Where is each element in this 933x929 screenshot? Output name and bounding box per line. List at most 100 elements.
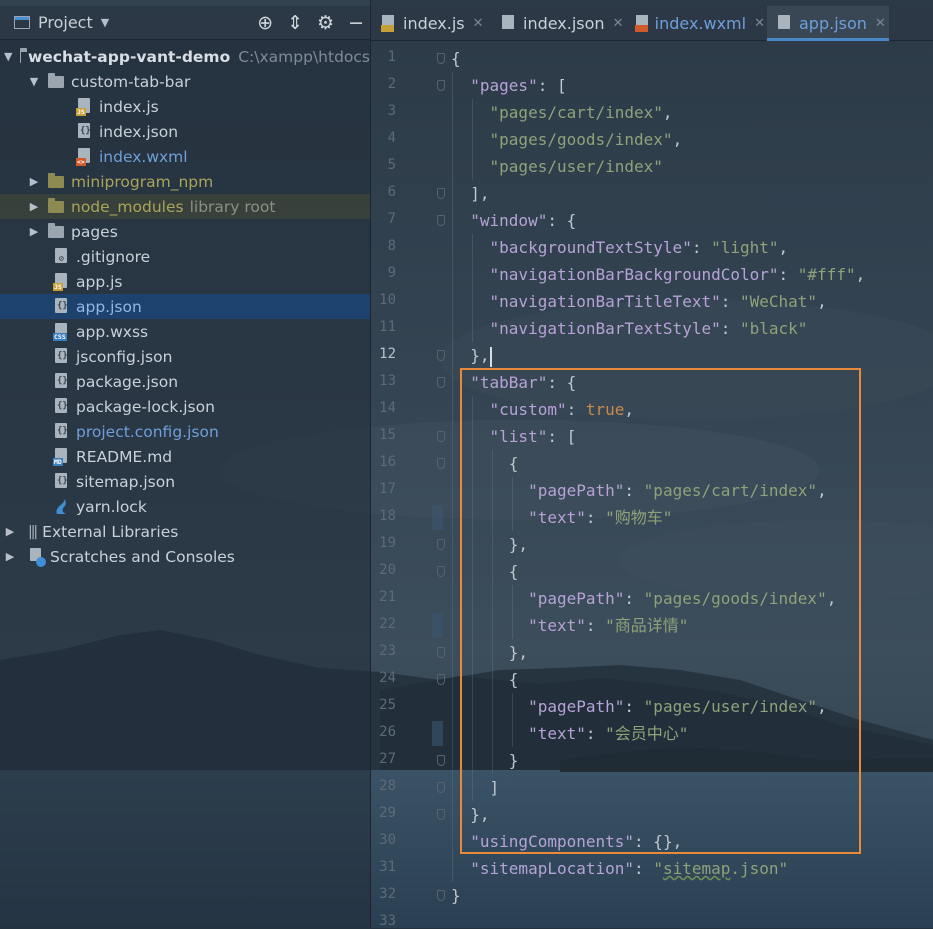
markdown-file-icon: MD <box>53 448 69 466</box>
chevron-right-icon[interactable]: ▶ <box>28 200 40 213</box>
chevron-right-icon[interactable]: ▶ <box>28 225 40 238</box>
tree-item-label: app.wxss <box>76 323 148 341</box>
tree-item-scratches[interactable]: ▶ Scratches and Consoles <box>0 544 370 569</box>
tree-item-gitignore[interactable]: ⊘ .gitignore <box>0 244 370 269</box>
tree-item-app-wxss[interactable]: CSS app.wxss <box>0 319 370 344</box>
chevron-right-icon[interactable]: ▶ <box>4 525 16 538</box>
tab-index-js[interactable]: index.js ✕ <box>371 6 489 40</box>
line-number: 12 <box>371 346 396 362</box>
line-number: 3 <box>371 103 396 119</box>
fold-toggle-icon[interactable] <box>437 647 445 658</box>
tree-item-index-wxml[interactable]: <> index.wxml <box>0 144 370 169</box>
chevron-right-icon[interactable]: ▶ <box>4 550 16 563</box>
fold-toggle-icon[interactable] <box>437 53 445 64</box>
close-icon[interactable]: ✕ <box>754 16 765 31</box>
fold-toggle-icon[interactable] <box>437 755 445 766</box>
line-number: 5 <box>371 157 396 173</box>
fold-toggle-icon[interactable] <box>437 431 445 442</box>
project-panel-title[interactable]: Project <box>38 13 93 32</box>
tab-index-wxml[interactable]: index.wxml ✕ <box>627 6 765 40</box>
code-line[interactable]: ], <box>451 180 490 207</box>
chevron-right-icon[interactable]: ▶ <box>28 175 40 188</box>
fold-toggle-icon[interactable] <box>437 350 445 361</box>
tree-item-index-js[interactable]: JS index.js <box>0 94 370 119</box>
project-window-icon <box>14 16 30 29</box>
close-icon[interactable]: ✕ <box>875 16 886 31</box>
tab-label: index.json <box>523 14 605 33</box>
tree-item-package-lock-json[interactable]: {} package-lock.json <box>0 394 370 419</box>
tree-item-label: custom-tab-bar <box>71 73 190 91</box>
tree-item-label: app.json <box>76 298 142 316</box>
hide-icon[interactable]: − <box>348 12 364 34</box>
indent-guide <box>452 72 453 882</box>
tab-label: index.js <box>403 14 465 33</box>
close-icon[interactable]: ✕ <box>613 16 624 31</box>
tree-item-sitemap-json[interactable]: {} sitemap.json <box>0 469 370 494</box>
code-line[interactable]: "pages": [ <box>451 72 567 99</box>
tree-item-miniprogram-npm[interactable]: ▶ miniprogram_npm <box>0 169 370 194</box>
indent-guide <box>472 234 473 342</box>
code-line[interactable]: "pages/cart/index", <box>451 99 673 126</box>
tree-item-readme-md[interactable]: MD README.md <box>0 444 370 469</box>
tree-item-index-json[interactable]: {} index.json <box>0 119 370 144</box>
code-line[interactable]: } <box>451 882 461 909</box>
fold-toggle-icon[interactable] <box>437 539 445 550</box>
tree-item-jsconfig-json[interactable]: {} jsconfig.json <box>0 344 370 369</box>
line-number: 1 <box>371 49 396 65</box>
tree-item-project-config-json[interactable]: {} project.config.json <box>0 419 370 444</box>
js-file-icon: JS <box>53 273 69 291</box>
gear-icon[interactable]: ⚙ <box>317 12 334 34</box>
tree-item-custom-tab-bar[interactable]: ▼ custom-tab-bar <box>0 69 370 94</box>
code-line[interactable]: "navigationBarTitleText": "WeChat", <box>451 288 827 315</box>
tree-item-yarn-lock[interactable]: yarn.lock <box>0 494 370 519</box>
fold-toggle-icon[interactable] <box>437 566 445 577</box>
chevron-down-icon[interactable]: ▼ <box>4 50 12 63</box>
chevron-down-icon[interactable]: ▼ <box>28 75 40 88</box>
editor-tab-bar: index.js ✕ index.json ✕ index.wxml ✕ app… <box>371 6 933 41</box>
fold-toggle-icon[interactable] <box>437 890 445 901</box>
text-cursor <box>490 347 492 367</box>
code-line[interactable]: "sitemapLocation": "sitemap.json" <box>451 855 788 882</box>
tree-item-root[interactable]: ▼ wechat-app-vant-demo C:\xampp\htdocs <box>0 44 370 69</box>
change-marker[interactable] <box>432 721 443 746</box>
locate-icon[interactable]: ⊕ <box>257 12 273 34</box>
tab-index-json[interactable]: index.json ✕ <box>491 6 625 40</box>
tree-item-pages[interactable]: ▶ pages <box>0 219 370 244</box>
highlight-box <box>460 368 861 854</box>
tree-item-app-json[interactable]: {} app.json <box>0 294 370 319</box>
fold-toggle-icon[interactable] <box>437 809 445 820</box>
fold-toggle-icon[interactable] <box>437 674 445 685</box>
code-line[interactable]: "backgroundTextStyle": "light", <box>451 234 788 261</box>
fold-toggle-icon[interactable] <box>437 80 445 91</box>
json-file-icon: {} <box>53 398 69 416</box>
close-icon[interactable]: ✕ <box>473 16 484 31</box>
line-number: 18 <box>371 508 396 524</box>
tab-app-json[interactable]: app.json ✕ <box>767 6 889 40</box>
fold-toggle-icon[interactable] <box>437 782 445 793</box>
fold-toggle-icon[interactable] <box>437 188 445 199</box>
code-line[interactable]: "pages/goods/index", <box>451 126 682 153</box>
code-line[interactable]: "navigationBarTextStyle": "black" <box>451 315 807 342</box>
fold-toggle-icon[interactable] <box>437 458 445 469</box>
code-line[interactable]: "window": { <box>451 207 576 234</box>
line-number: 8 <box>371 238 396 254</box>
tree-item-external-libraries[interactable]: ▶ ||| External Libraries <box>0 519 370 544</box>
code-line[interactable]: { <box>451 45 461 72</box>
code-line[interactable]: "navigationBarBackgroundColor": "#fff", <box>451 261 865 288</box>
code-line[interactable]: "pages/user/index" <box>451 153 663 180</box>
fold-toggle-icon[interactable] <box>437 215 445 226</box>
indent-guide <box>472 99 473 180</box>
json-file-icon: {} <box>53 348 69 366</box>
fold-toggle-icon[interactable] <box>437 377 445 388</box>
project-panel-header[interactable]: Project ▼ ⊕ ⇕ ⚙ − <box>0 6 370 40</box>
tree-item-node-modules[interactable]: ▶ node_modules library root <box>0 194 370 219</box>
xml-file-icon: <> <box>76 148 92 166</box>
code-line[interactable]: }, <box>451 342 492 369</box>
collapse-icon[interactable]: ⇕ <box>287 12 303 34</box>
tree-item-package-json[interactable]: {} package.json <box>0 369 370 394</box>
tree-item-app-js[interactable]: JS app.js <box>0 269 370 294</box>
chevron-down-icon[interactable]: ▼ <box>101 16 109 29</box>
xml-file-icon <box>635 15 647 32</box>
change-marker[interactable] <box>432 613 443 638</box>
change-marker[interactable] <box>432 505 443 530</box>
